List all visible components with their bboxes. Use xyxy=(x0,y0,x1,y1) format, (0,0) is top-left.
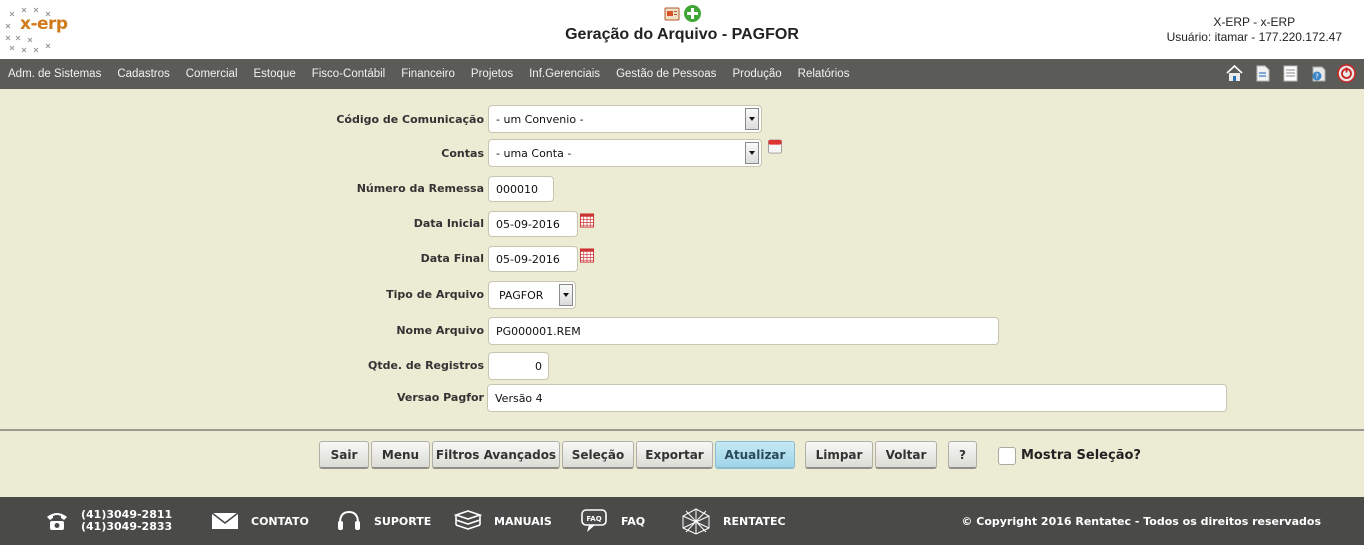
filtros-avancados-button[interactable]: Filtros Avançados xyxy=(432,441,560,469)
envelope-icon xyxy=(211,512,239,529)
page-title: Geração do Arquivo - PAGFOR xyxy=(565,26,799,43)
menu-tools: ? xyxy=(1225,64,1356,83)
menu-adm-sistemas[interactable]: Adm. de Sistemas xyxy=(8,68,101,80)
codigo-dropdown-button[interactable] xyxy=(745,108,759,130)
date-picker-icon[interactable] xyxy=(579,213,595,228)
main-menu: Adm. de Sistemas Cadastros Comercial Est… xyxy=(0,59,1364,89)
label-data-final: Data Final xyxy=(420,252,484,265)
user-info: X-ERP - x-ERP Usuário: itamar - 177.220.… xyxy=(1167,15,1342,45)
contas-dropdown-button[interactable] xyxy=(745,142,759,164)
versao-pagfor-input[interactable]: Versão 4 xyxy=(487,384,1227,412)
tipo-arquivo-value: PAGFOR xyxy=(499,288,544,302)
faq-icon: FAQ xyxy=(581,509,607,532)
report-icon[interactable] xyxy=(664,6,680,22)
label-contas: Contas xyxy=(441,147,484,160)
numero-remessa-input[interactable]: 000010 xyxy=(488,176,554,202)
footer: (41)3049-2811 (41)3049-2833 CONTATO SUPO… xyxy=(0,497,1364,545)
label-numero-remessa: Número da Remessa xyxy=(356,182,484,195)
menu-estoque[interactable]: Estoque xyxy=(254,68,296,80)
footer-contato[interactable]: CONTATO xyxy=(211,497,309,545)
menu-button[interactable]: Menu xyxy=(371,441,430,469)
rentatec-logo-icon xyxy=(682,508,710,535)
contas-value: - uma Conta - xyxy=(496,146,572,160)
date-picker-icon[interactable] xyxy=(579,248,595,263)
label-qtde-registros: Qtde. de Registros xyxy=(367,359,484,372)
header: x-erp Geração do Arquivo - PAGFOR X-ERP … xyxy=(0,0,1364,59)
calendar-icon[interactable] xyxy=(767,139,783,154)
label-codigo-comunicacao: Código de Comunicação xyxy=(336,113,484,126)
copyright: © Copyright 2016 Rentatec - Todos os dir… xyxy=(961,515,1321,528)
suporte-link[interactable]: SUPORTE xyxy=(374,515,431,528)
label-nome-arquivo: Nome Arquivo xyxy=(396,324,484,337)
menu-financeiro[interactable]: Financeiro xyxy=(401,68,455,80)
numero-remessa-value: 000010 xyxy=(496,182,538,196)
tipo-dropdown-button[interactable] xyxy=(559,284,573,306)
data-inicial-input[interactable]: 05-09-2016 xyxy=(488,211,578,237)
limpar-button[interactable]: Limpar xyxy=(805,441,873,469)
faq-link[interactable]: FAQ xyxy=(621,515,645,528)
footer-rentatec[interactable]: RENTATEC xyxy=(681,497,786,545)
form-area: Código de Comunicação - um Convenio - Co… xyxy=(0,89,1364,429)
document-icon[interactable] xyxy=(1253,64,1272,83)
codigo-comunicacao-select[interactable]: - um Convenio - xyxy=(488,105,762,133)
contas-select[interactable]: - uma Conta - xyxy=(488,139,762,167)
versao-pagfor-value: Versão 4 xyxy=(495,391,543,405)
rentatec-link[interactable]: RENTATEC xyxy=(723,515,786,528)
add-icon[interactable] xyxy=(683,4,702,23)
label-versao-pagfor: Versao Pagfor xyxy=(397,391,484,404)
chevron-down-icon xyxy=(563,293,569,297)
data-inicial-value: 05-09-2016 xyxy=(496,217,560,231)
home-icon[interactable] xyxy=(1225,64,1244,83)
menu-gestao-pessoas[interactable]: Gestão de Pessoas xyxy=(616,68,716,80)
menu-cadastros[interactable]: Cadastros xyxy=(117,68,169,80)
manuais-link[interactable]: MANUAIS xyxy=(494,515,552,528)
help-document-icon[interactable]: ? xyxy=(1309,64,1328,83)
header-actions xyxy=(664,4,704,22)
footer-suporte[interactable]: SUPORTE xyxy=(336,497,431,545)
voltar-button[interactable]: Voltar xyxy=(875,441,937,469)
mostra-selecao-checkbox[interactable] xyxy=(998,447,1016,465)
footer-phones: (41)3049-2811 (41)3049-2833 xyxy=(45,497,172,545)
chevron-down-icon xyxy=(749,117,755,121)
mostra-selecao-label: Mostra Seleção? xyxy=(1021,448,1141,463)
contato-link[interactable]: CONTATO xyxy=(251,515,309,528)
menu-projetos[interactable]: Projetos xyxy=(471,68,513,80)
phone-numbers: (41)3049-2811 (41)3049-2833 xyxy=(81,509,172,533)
menu-items: Adm. de Sistemas Cadastros Comercial Est… xyxy=(0,59,865,89)
qtde-registros-value: 0 xyxy=(535,359,542,373)
footer-manuais[interactable]: MANUAIS xyxy=(454,497,552,545)
faq-icon-text: FAQ xyxy=(586,515,601,523)
user-line: Usuário: itamar - 177.220.172.47 xyxy=(1166,30,1342,44)
chevron-down-icon xyxy=(749,151,755,155)
menu-fisco-contabil[interactable]: Fisco-Contábil xyxy=(312,68,386,80)
tipo-arquivo-select[interactable]: PAGFOR xyxy=(488,281,576,309)
data-final-input[interactable]: 05-09-2016 xyxy=(488,246,578,272)
telephone-icon xyxy=(47,513,67,530)
menu-producao[interactable]: Produção xyxy=(732,68,781,80)
system-name: X-ERP - x-ERP xyxy=(1213,15,1296,29)
codigo-comunicacao-value: - um Convenio - xyxy=(496,112,584,126)
action-bar: Sair Menu Filtros Avançados Seleção Expo… xyxy=(0,431,1364,497)
menu-comercial[interactable]: Comercial xyxy=(186,68,238,80)
menu-inf-gerenciais[interactable]: Inf.Gerenciais xyxy=(529,68,600,80)
sair-button[interactable]: Sair xyxy=(319,441,369,469)
menu-relatorios[interactable]: Relatórios xyxy=(798,68,850,80)
exportar-button[interactable]: Exportar xyxy=(636,441,713,469)
help-button[interactable]: ? xyxy=(948,441,977,469)
books-icon xyxy=(454,510,482,530)
label-data-inicial: Data Inicial xyxy=(413,217,484,230)
footer-faq[interactable]: FAQ FAQ xyxy=(581,497,645,545)
svg-text:?: ? xyxy=(1315,73,1319,81)
notes-icon[interactable] xyxy=(1281,64,1300,83)
label-tipo-arquivo: Tipo de Arquivo xyxy=(386,288,484,301)
nome-arquivo-input[interactable]: PG000001.REM xyxy=(488,317,999,345)
atualizar-button[interactable]: Atualizar xyxy=(715,441,795,469)
qtde-registros-input[interactable]: 0 xyxy=(488,352,549,380)
selecao-button[interactable]: Seleção xyxy=(562,441,634,469)
data-final-value: 05-09-2016 xyxy=(496,252,560,266)
logout-icon[interactable] xyxy=(1337,64,1356,83)
headset-icon xyxy=(338,510,360,530)
phone-2: (41)3049-2833 xyxy=(81,520,173,533)
nome-arquivo-value: PG000001.REM xyxy=(496,324,581,338)
